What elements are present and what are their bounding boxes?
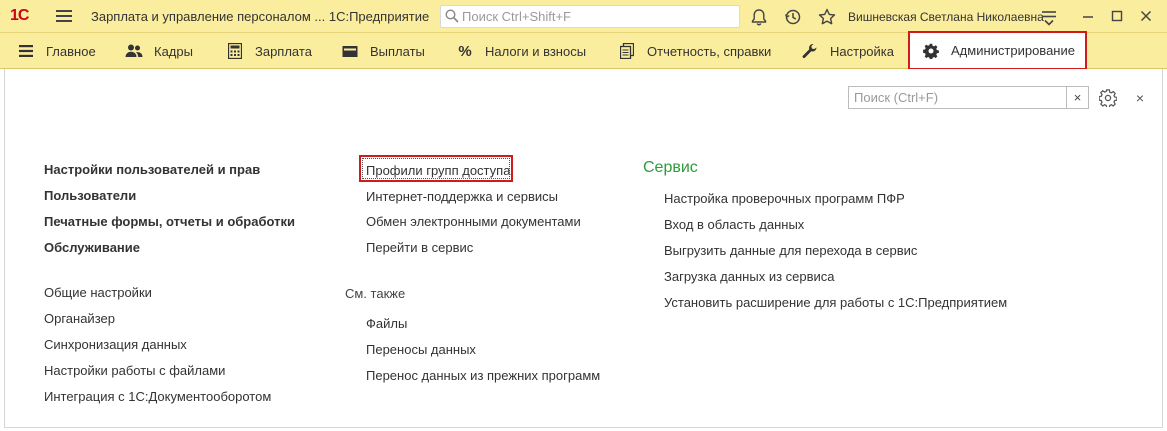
- see-also-heading: См. также: [345, 286, 406, 301]
- bell-icon[interactable]: [749, 7, 769, 27]
- tab-main[interactable]: Главное: [17, 33, 96, 69]
- link-data-sync[interactable]: Синхронизация данных: [44, 337, 187, 352]
- link-file-settings[interactable]: Настройки работы с файлами: [44, 363, 225, 378]
- service-heading: Сервис: [643, 159, 698, 176]
- maximize-icon[interactable]: [1106, 6, 1128, 26]
- panel-search-input[interactable]: [848, 86, 1067, 109]
- close-panel-icon[interactable]: ×: [1130, 88, 1150, 108]
- tab-label: Налоги и взносы: [485, 43, 587, 59]
- tab-setup[interactable]: Настройка: [801, 33, 894, 69]
- link-install-extension[interactable]: Установить расширение для работы с 1С:Пр…: [664, 295, 1007, 310]
- link-docflow-integration[interactable]: Интеграция с 1С:Документооборотом: [44, 389, 271, 404]
- tab-payments[interactable]: Выплаты: [341, 33, 425, 69]
- link-data-transfers[interactable]: Переносы данных: [366, 342, 476, 357]
- link-edi[interactable]: Обмен электронными документами: [366, 214, 581, 229]
- link-export-to-service[interactable]: Выгрузить данные для перехода в сервис: [664, 243, 917, 258]
- clear-search-button[interactable]: ×: [1066, 86, 1089, 109]
- link-organizer[interactable]: Органайзер: [44, 311, 115, 326]
- link-legacy-transfer[interactable]: Перенос данных из прежних программ: [366, 368, 600, 383]
- app-logo: 1С: [10, 7, 29, 24]
- sections-panel: Главное Кадры Зарплата Выплаты % Налоги …: [0, 31, 1167, 70]
- history-icon[interactable]: [783, 7, 803, 27]
- link-users[interactable]: Пользователи: [44, 188, 136, 203]
- user-name[interactable]: Вишневская Светлана Николаевна: [848, 10, 1044, 24]
- documents-icon: [618, 42, 636, 60]
- settings-gear-icon[interactable]: [1098, 88, 1118, 108]
- link-maintenance[interactable]: Обслуживание: [44, 240, 140, 255]
- global-search-input[interactable]: [440, 5, 740, 28]
- link-pfr-check-programs[interactable]: Настройка проверочных программ ПФР: [664, 191, 905, 206]
- link-go-to-service[interactable]: Перейти в сервис: [366, 240, 473, 255]
- tab-label: Администрирование: [951, 43, 1075, 58]
- tab-label: Зарплата: [255, 43, 312, 59]
- tab-taxes[interactable]: % Налоги и взносы: [456, 33, 586, 69]
- tab-label: Настройка: [830, 43, 894, 59]
- gear-icon: [922, 42, 940, 60]
- people-icon: [125, 42, 143, 60]
- tab-reports[interactable]: Отчетность, справки: [618, 33, 771, 69]
- app-title: Зарплата и управление персоналом ... 1С:…: [91, 9, 430, 24]
- link-import-from-service[interactable]: Загрузка данных из сервиса: [664, 269, 835, 284]
- star-icon[interactable]: [817, 7, 837, 27]
- link-user-settings[interactable]: Настройки пользователей и прав: [44, 162, 260, 177]
- tab-label: Выплаты: [370, 43, 425, 59]
- wallet-icon: [341, 42, 359, 60]
- menu-lines-icon: [17, 42, 35, 60]
- tab-label: Кадры: [154, 43, 193, 59]
- tab-personnel[interactable]: Кадры: [125, 33, 193, 69]
- tab-label: Отчетность, справки: [647, 43, 772, 59]
- minimize-icon[interactable]: [1077, 6, 1099, 26]
- link-internet-support[interactable]: Интернет-поддержка и сервисы: [366, 189, 558, 204]
- tab-salary[interactable]: Зарплата: [226, 33, 312, 69]
- tab-label: Главное: [46, 43, 96, 59]
- link-print-forms[interactable]: Печатные формы, отчеты и обработки: [44, 214, 295, 229]
- wrench-icon: [801, 42, 819, 60]
- link-access-group-profiles[interactable]: Профили групп доступа: [366, 163, 510, 178]
- link-files[interactable]: Файлы: [366, 316, 407, 331]
- link-enter-data-area[interactable]: Вход в область данных: [664, 217, 804, 232]
- close-icon[interactable]: [1135, 6, 1157, 26]
- title-bar: 1С Зарплата и управление персоналом ... …: [0, 0, 1167, 33]
- main-menu-icon[interactable]: [56, 8, 72, 24]
- percent-icon: %: [458, 42, 472, 60]
- settings-lines-icon[interactable]: [1039, 7, 1059, 27]
- link-general-settings[interactable]: Общие настройки: [44, 285, 152, 300]
- calculator-icon: [226, 42, 244, 60]
- tab-administration[interactable]: Администрирование: [908, 31, 1087, 70]
